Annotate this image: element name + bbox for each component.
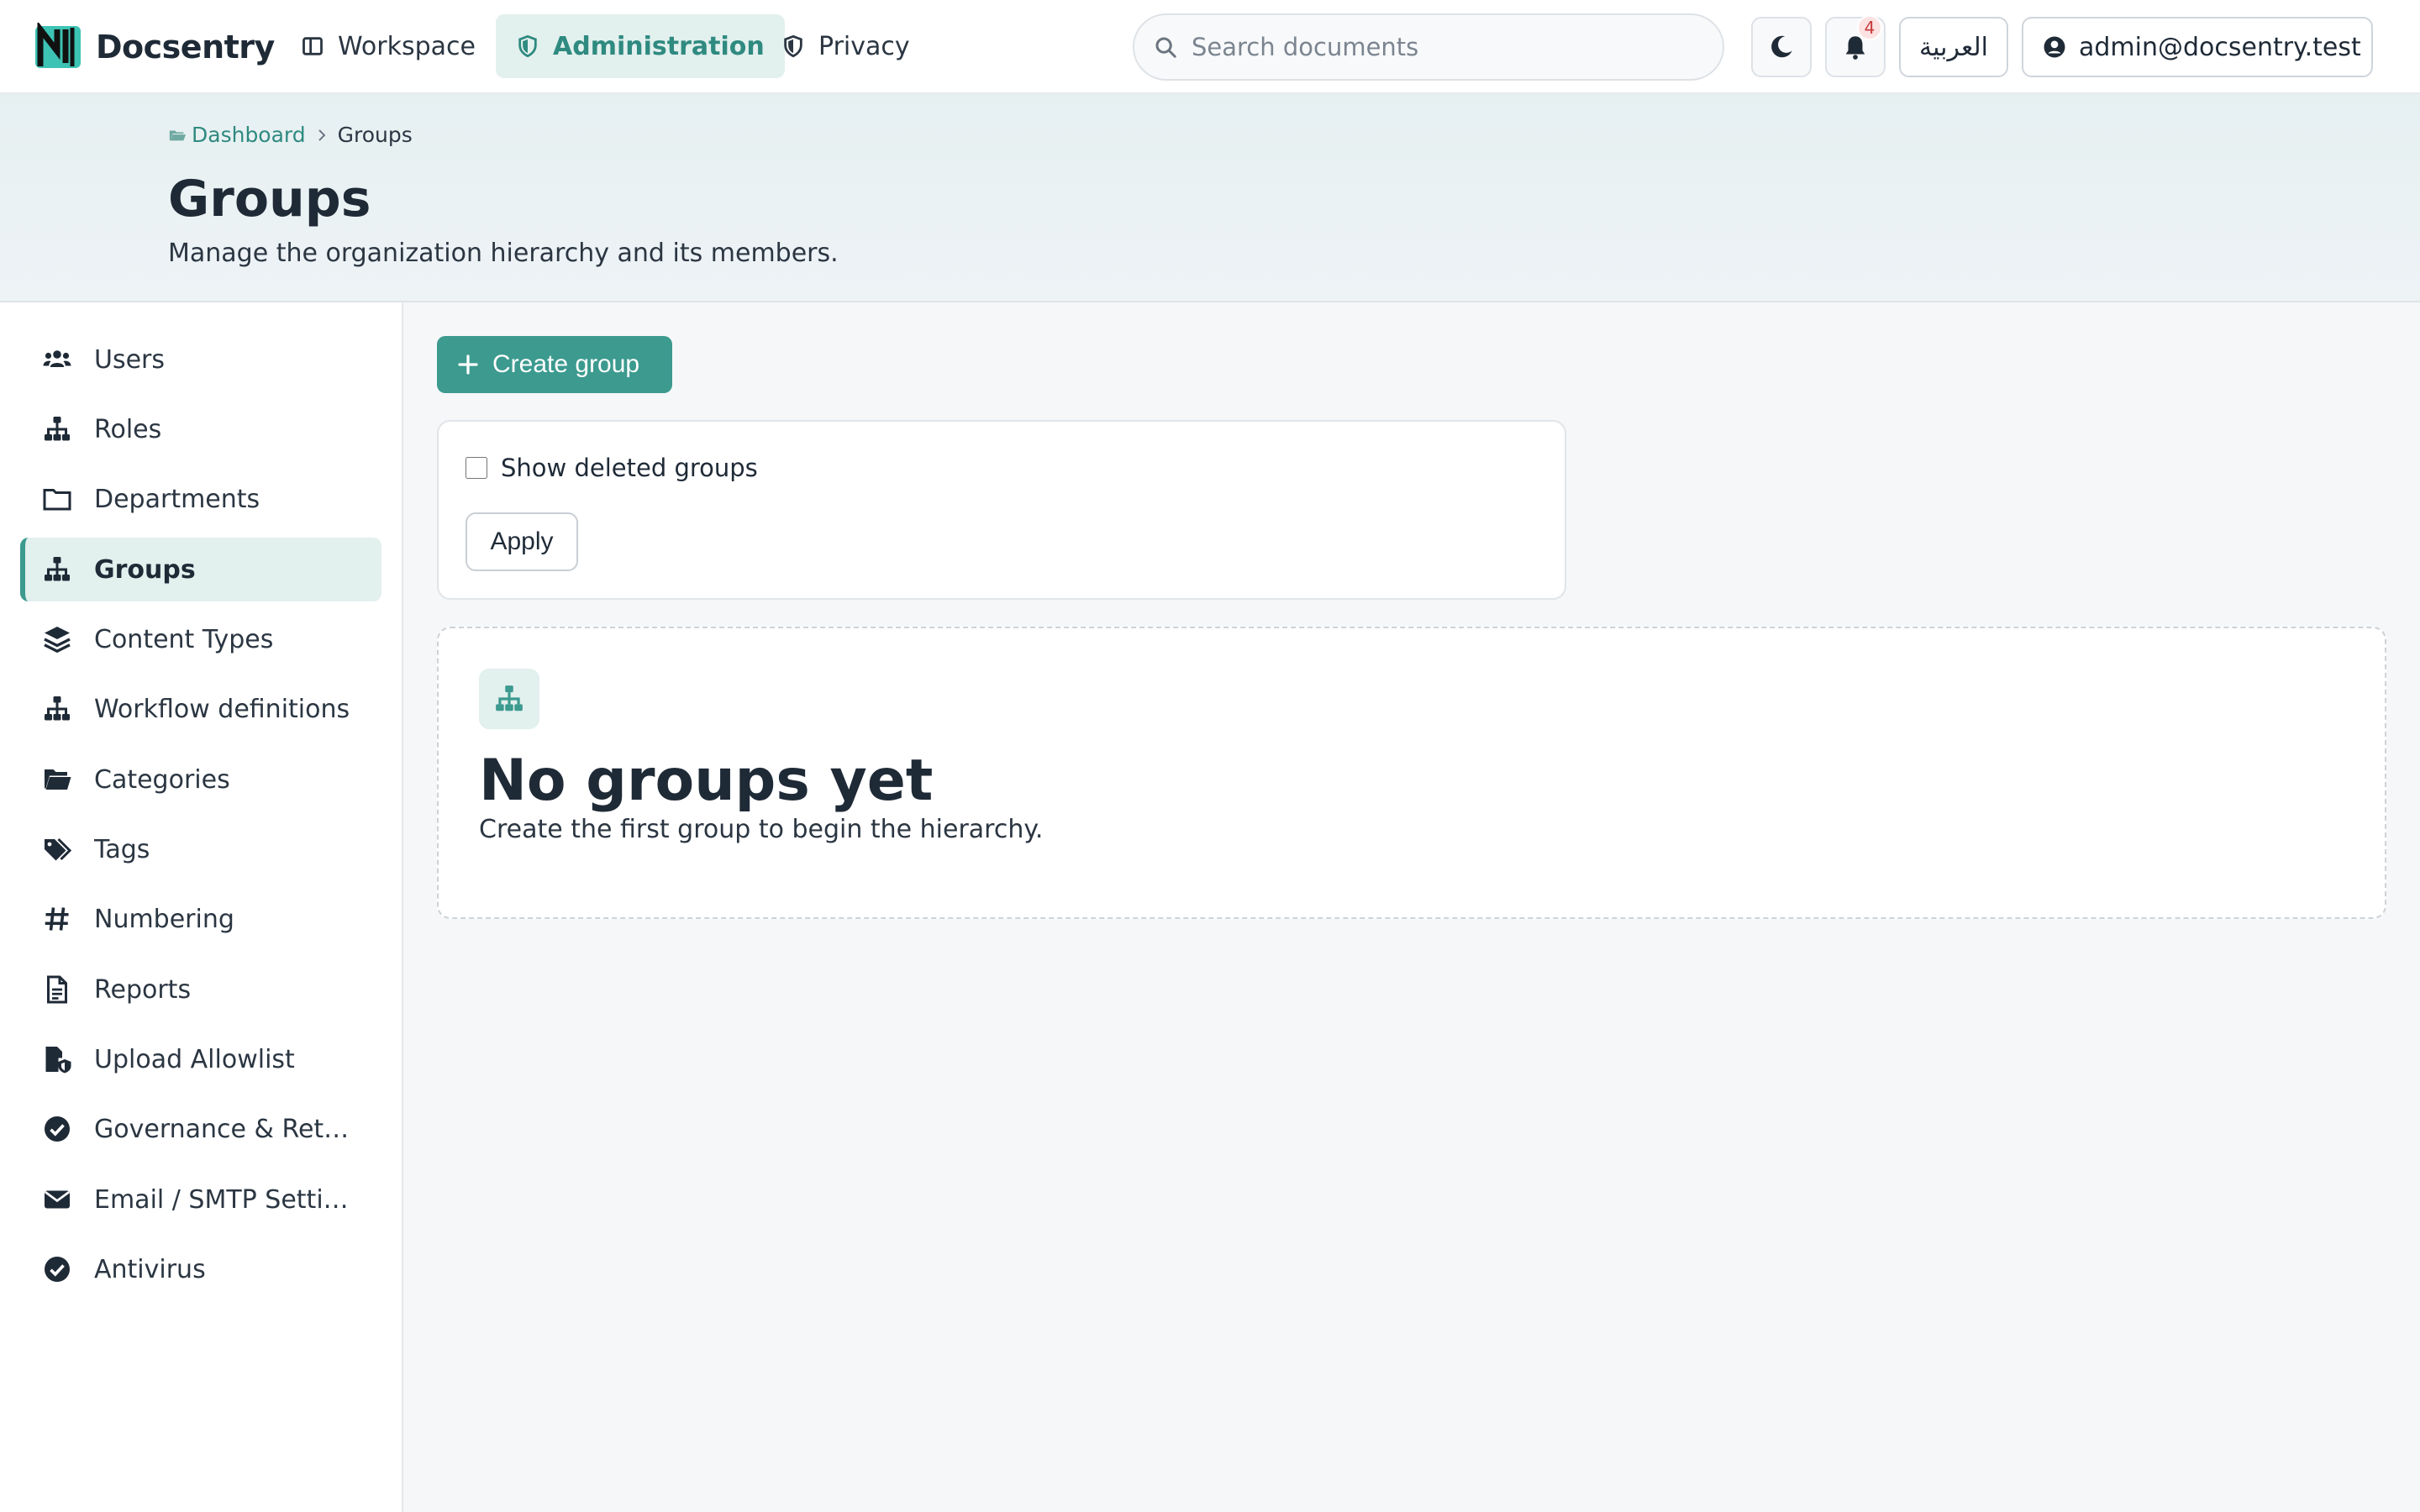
sidebar-item-label: Upload Allowlist xyxy=(94,1044,295,1074)
sidebar-item-label: Departments xyxy=(94,484,260,514)
nav-administration[interactable]: Administration xyxy=(496,14,785,78)
notification-count-badge: 4 xyxy=(1857,15,1882,40)
envelope-icon xyxy=(44,1190,71,1209)
shield-icon xyxy=(518,34,537,58)
brand-name: Docsentry xyxy=(96,29,275,66)
admin-sidebar: Users Roles Departments Groups Content T… xyxy=(0,302,403,1512)
sidebar-item-workflow-definitions[interactable]: Workflow definitions xyxy=(20,677,381,741)
sidebar-item-numbering[interactable]: Numbering xyxy=(20,887,381,951)
sidebar-item-groups[interactable]: Groups xyxy=(20,538,381,601)
sidebar-item-email-smtp[interactable]: Email / SMTP Settings xyxy=(20,1168,381,1231)
sidebar-item-label: Tags xyxy=(94,834,150,864)
language-button[interactable]: العربية xyxy=(1899,17,2008,77)
plus-icon xyxy=(458,354,478,375)
folder-icon xyxy=(43,489,71,511)
check-circle-icon xyxy=(45,1116,70,1142)
file-shield-icon xyxy=(45,1047,71,1074)
chevron-right-icon xyxy=(314,128,329,143)
sidebar-item-label: Email / SMTP Settings xyxy=(94,1184,363,1215)
sidebar-item-governance-retention[interactable]: Governance & Retent... xyxy=(20,1097,381,1161)
page-title: Groups xyxy=(168,170,371,228)
folder-open-icon xyxy=(169,130,187,140)
sidebar-item-upload-allowlist[interactable]: Upload Allowlist xyxy=(20,1027,381,1091)
tags-icon xyxy=(45,837,72,861)
docsentry-logo-icon xyxy=(35,23,81,68)
moon-icon xyxy=(1771,35,1792,58)
sidebar-item-departments[interactable]: Departments xyxy=(20,467,381,531)
sidebar-item-label: Workflow definitions xyxy=(94,694,350,724)
sitemap-icon xyxy=(45,417,70,441)
filter-panel: Show deleted groups Apply xyxy=(437,420,1566,600)
create-group-label: Create group xyxy=(492,350,640,378)
page-subtitle: Manage the organization hierarchy and it… xyxy=(168,239,839,268)
sitemap-icon xyxy=(496,685,523,711)
apply-button[interactable]: Apply xyxy=(466,512,578,571)
sidebar-item-label: Content Types xyxy=(94,624,274,654)
breadcrumb-current: Groups xyxy=(337,123,413,147)
check-circle-icon xyxy=(45,1257,70,1282)
sidebar-item-content-types[interactable]: Content Types xyxy=(20,607,381,671)
sidebar-item-label: Governance & Retent... xyxy=(94,1114,363,1144)
hashtag-icon xyxy=(45,907,69,931)
theme-toggle-button[interactable] xyxy=(1751,17,1812,77)
file-text-icon xyxy=(47,975,67,1004)
sidebar-item-label: Reports xyxy=(94,974,192,1005)
top-bar: Docsentry Workspace Administration Priva… xyxy=(0,0,2420,94)
sitemap-icon xyxy=(45,557,70,581)
nav-privacy-label: Privacy xyxy=(818,31,910,61)
user-circle-icon xyxy=(2044,36,2065,58)
nav-administration-label: Administration xyxy=(553,31,765,61)
layers-icon xyxy=(44,627,71,654)
create-group-button[interactable]: Create group xyxy=(437,336,672,393)
shield-half-icon xyxy=(784,34,802,58)
breadcrumb: Dashboard Groups xyxy=(168,123,413,147)
nav-workspace[interactable]: Workspace xyxy=(281,14,496,78)
user-menu-button[interactable]: admin@docsentry.test xyxy=(2022,17,2373,77)
users-icon xyxy=(43,350,71,367)
search-icon xyxy=(1155,37,1176,58)
sidebar-item-antivirus[interactable]: Antivirus xyxy=(20,1237,381,1301)
sidebar-item-reports[interactable]: Reports xyxy=(20,958,381,1021)
empty-state: No groups yet Create the first group to … xyxy=(437,627,2386,919)
sidebar-item-label: Categories xyxy=(94,764,230,795)
sidebar-item-categories[interactable]: Categories xyxy=(20,748,381,811)
sidebar-item-label: Groups xyxy=(94,554,196,585)
sidebar-item-roles[interactable]: Roles xyxy=(20,397,381,461)
sidebar-item-tags[interactable]: Tags xyxy=(20,817,381,881)
user-email: admin@docsentry.test xyxy=(2079,32,2361,62)
nav-privacy[interactable]: Privacy xyxy=(761,14,930,78)
sidebar-item-label: Antivirus xyxy=(94,1254,206,1284)
show-deleted-toggle[interactable]: Show deleted groups xyxy=(466,454,758,482)
sidebar-item-label: Numbering xyxy=(94,904,234,934)
sidebar-item-users[interactable]: Users xyxy=(20,328,381,391)
sitemap-icon xyxy=(45,696,70,721)
empty-state-text: Create the first group to begin the hier… xyxy=(479,815,1044,844)
columns-icon xyxy=(302,37,323,55)
page-header: Dashboard Groups Groups Manage the organ… xyxy=(0,94,2420,302)
nav-workspace-label: Workspace xyxy=(338,31,476,61)
sidebar-item-label: Users xyxy=(94,344,166,375)
search-box[interactable] xyxy=(1133,13,1724,81)
folder-open-icon xyxy=(45,769,71,790)
search-input[interactable] xyxy=(1192,33,1696,61)
breadcrumb-dashboard-link[interactable]: Dashboard xyxy=(168,123,306,147)
notifications-button[interactable]: 4 xyxy=(1825,15,1886,77)
empty-state-title: No groups yet xyxy=(479,748,934,814)
brand[interactable]: Docsentry xyxy=(32,22,275,72)
show-deleted-checkbox[interactable] xyxy=(466,457,487,479)
empty-state-icon-box xyxy=(479,669,539,729)
sidebar-item-label: Roles xyxy=(94,414,162,444)
show-deleted-label: Show deleted groups xyxy=(501,454,758,482)
breadcrumb-dashboard-label: Dashboard xyxy=(192,123,306,147)
